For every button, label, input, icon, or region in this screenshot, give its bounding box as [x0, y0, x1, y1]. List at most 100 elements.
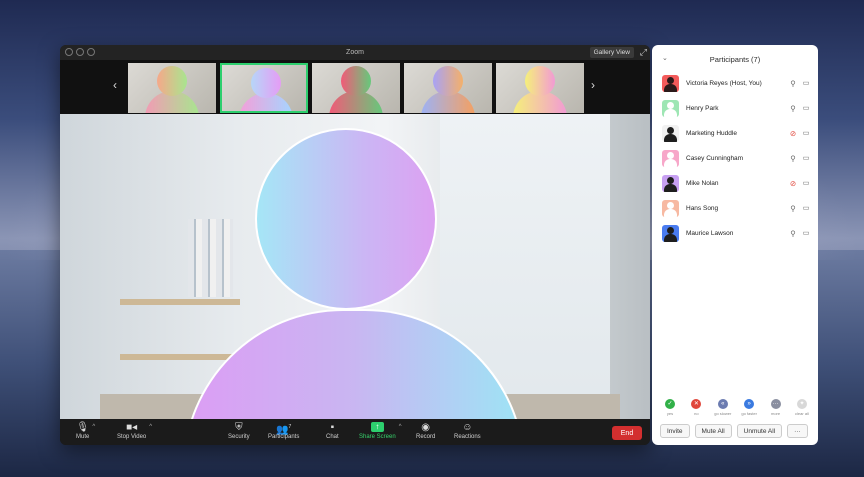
video-camera-icon[interactable]: ▭: [800, 79, 812, 87]
thumbnail-avatar-head: [341, 66, 371, 96]
feedback-icon: ✓: [665, 399, 675, 409]
feedback-go-faster-button[interactable]: » go faster: [739, 399, 759, 416]
minimize-window-button[interactable]: [76, 48, 84, 56]
more-options-button[interactable]: ···: [787, 424, 808, 438]
video-camera-icon: ■◂: [126, 422, 138, 433]
emoji-plus-icon: ☺: [462, 422, 473, 433]
participant-row[interactable]: Hans Song ⚲ ▭: [662, 199, 812, 217]
feedback-label: go slower: [714, 411, 732, 416]
participants-button[interactable]: 👥7 Participants: [268, 422, 299, 440]
zoom-window: Zoom Gallery View ⤢ ‹ › 🎙 ^ Mute ■◂ ^ St…: [60, 45, 650, 445]
reactions-button[interactable]: ☺ Reactions: [454, 422, 481, 440]
share-options-caret-icon[interactable]: ^: [399, 424, 402, 430]
strip-next-arrow-icon[interactable]: ›: [591, 78, 595, 92]
thumbnail-strip: ‹ ›: [60, 60, 650, 114]
thumbnail-avatar-head: [525, 66, 555, 96]
strip-prev-arrow-icon[interactable]: ‹: [113, 78, 117, 92]
video-camera-icon[interactable]: ▭: [800, 229, 812, 237]
microphone-muted-icon[interactable]: ⊘: [788, 129, 798, 138]
feedback-label: clear all: [795, 411, 809, 416]
participant-row[interactable]: Marketing Huddle ⊘ ▭: [662, 124, 812, 142]
participant-row[interactable]: Victoria Reyes (Host, You) ⚲ ▭: [662, 74, 812, 92]
participant-name: Henry Park: [686, 104, 719, 112]
participants-count: 7: [288, 424, 292, 430]
end-meeting-button[interactable]: End: [612, 426, 642, 440]
security-button[interactable]: ⛨ Security: [228, 422, 250, 440]
feedback-more-button[interactable]: ··· more: [766, 399, 786, 416]
security-label: Security: [228, 434, 250, 440]
video-options-caret-icon[interactable]: ^: [149, 424, 152, 430]
unmute-all-button[interactable]: Unmute All: [736, 424, 783, 438]
participant-row[interactable]: Casey Cunningham ⚲ ▭: [662, 149, 812, 167]
participant-row[interactable]: Mike Nolan ⊘ ▭: [662, 174, 812, 192]
thumbnail-avatar-head: [251, 68, 281, 98]
microphone-icon: 🎙: [76, 422, 90, 433]
participant-thumbnail[interactable]: [128, 63, 216, 113]
participant-thumbnail[interactable]: [220, 63, 308, 113]
chat-label: Chat: [326, 434, 339, 440]
participants-icon: 👥7: [276, 424, 292, 436]
feedback-icon: ···: [770, 399, 781, 409]
microphone-icon[interactable]: ⚲: [788, 204, 798, 213]
thumbnail-avatar-head: [157, 66, 187, 96]
shield-icon: ⛨: [235, 422, 243, 433]
title-bar: Zoom Gallery View ⤢: [60, 45, 650, 60]
microphone-muted-icon[interactable]: ⊘: [788, 179, 798, 188]
participant-name: Casey Cunningham: [686, 154, 744, 162]
feedback-icon: ✕: [691, 399, 702, 409]
share-screen-icon: ↑: [370, 422, 384, 432]
avatar: [662, 124, 679, 142]
participant-thumbnail[interactable]: [496, 63, 584, 113]
maximize-window-button[interactable]: [87, 48, 95, 56]
avatar: [662, 74, 679, 92]
mute-all-button[interactable]: Mute All: [694, 424, 732, 438]
chevron-down-icon[interactable]: ⌄: [662, 54, 668, 62]
participant-thumbnail[interactable]: [404, 63, 492, 113]
feedback-label: no: [694, 411, 699, 416]
stop-video-label: Stop Video: [117, 434, 147, 440]
microphone-icon[interactable]: ⚲: [788, 154, 798, 163]
background-books: [188, 219, 233, 297]
microphone-icon[interactable]: ⚲: [788, 104, 798, 113]
feedback-clear-all-button[interactable]: ✦ clear all: [792, 399, 812, 416]
participant-name: Victoria Reyes (Host, You): [686, 79, 762, 87]
gallery-view-button[interactable]: Gallery View: [589, 47, 634, 58]
participant-name: Maurice Lawson: [686, 229, 734, 237]
participant-row[interactable]: Henry Park ⚲ ▭: [662, 99, 812, 117]
participant-name: Hans Song: [686, 204, 719, 212]
expand-icon[interactable]: ⤢: [640, 47, 647, 57]
record-button[interactable]: ◉ Record: [416, 422, 435, 440]
feedback-go-slower-button[interactable]: « go slower: [713, 399, 733, 416]
close-window-button[interactable]: [65, 48, 73, 56]
feedback-yes-button[interactable]: ✓ yes: [660, 399, 680, 416]
avatar: [662, 99, 679, 117]
mute-button[interactable]: 🎙 ^ Mute: [76, 422, 95, 440]
video-camera-icon[interactable]: ▭: [800, 179, 812, 187]
feedback-label: yes: [666, 411, 674, 416]
participants-panel-header: ⌄ Participants (7): [652, 45, 818, 73]
invite-button[interactable]: Invite: [660, 424, 690, 438]
avatar: [662, 224, 679, 242]
video-camera-icon[interactable]: ▭: [800, 154, 812, 162]
video-camera-icon[interactable]: ▭: [800, 204, 812, 212]
share-screen-label: Share Screen: [359, 434, 396, 440]
participant-thumbnail[interactable]: [312, 63, 400, 113]
video-camera-icon[interactable]: ▭: [800, 104, 812, 112]
feedback-icon: »: [744, 399, 755, 409]
share-screen-button[interactable]: ↑ ^ Share Screen: [359, 422, 402, 440]
window-controls: [65, 48, 95, 56]
reactions-label: Reactions: [454, 434, 481, 440]
microphone-icon[interactable]: ⚲: [788, 79, 798, 88]
feedback-no-button[interactable]: ✕ no: [686, 399, 706, 416]
feedback-label: go faster: [741, 411, 757, 416]
chat-button[interactable]: ▪ Chat: [326, 422, 339, 440]
participant-row[interactable]: Maurice Lawson ⚲ ▭: [662, 224, 812, 242]
video-camera-icon[interactable]: ▭: [800, 129, 812, 137]
avatar: [662, 174, 679, 192]
participants-panel: ⌄ Participants (7) Victoria Reyes (Host,…: [652, 45, 818, 445]
avatar: [662, 149, 679, 167]
stop-video-button[interactable]: ■◂ ^ Stop Video: [117, 422, 152, 440]
microphone-icon[interactable]: ⚲: [788, 229, 798, 238]
record-label: Record: [416, 434, 436, 440]
mute-options-caret-icon[interactable]: ^: [92, 424, 95, 430]
